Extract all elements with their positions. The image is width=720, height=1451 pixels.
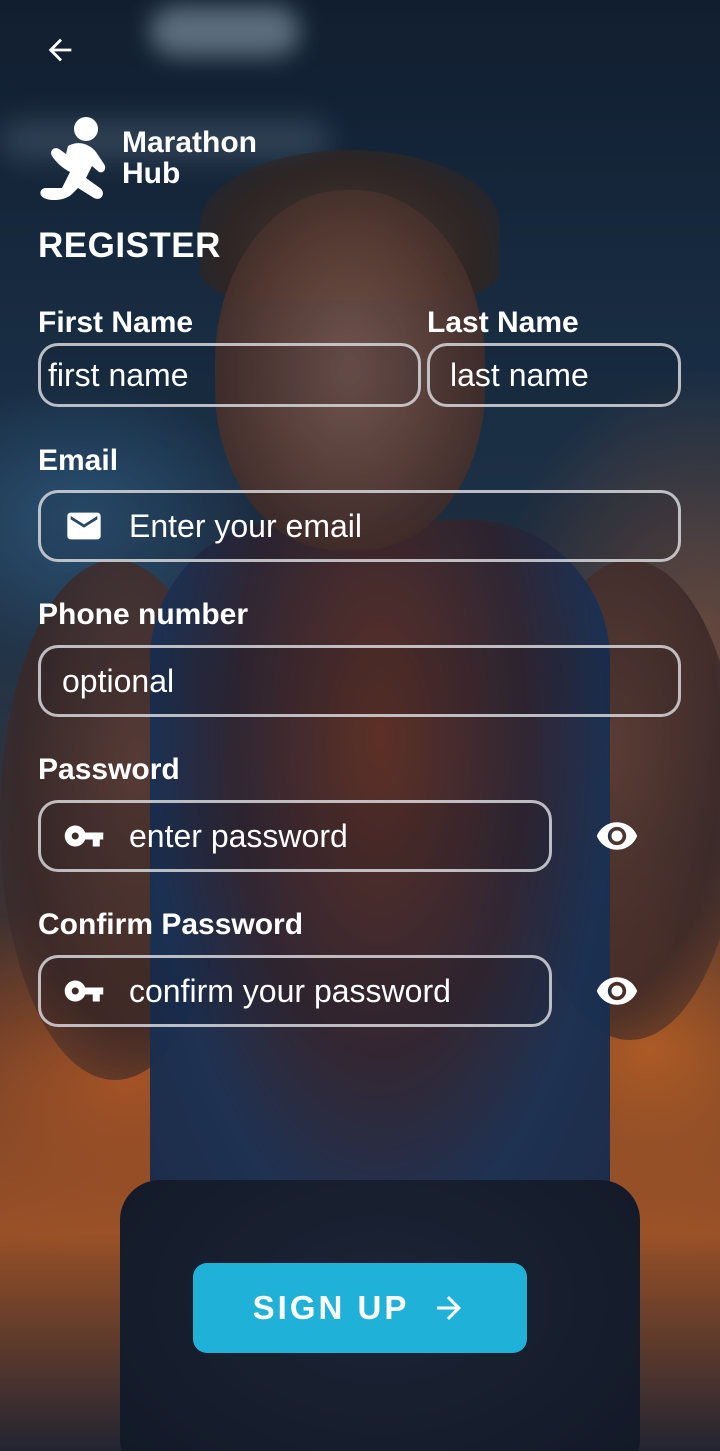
arrow-left-icon [48,38,72,62]
email-placeholder: Enter your email [129,507,362,544]
key-icon [63,970,105,1012]
confirm-password-visibility-toggle[interactable] [595,969,639,1013]
last-name-input[interactable]: last name [427,343,681,407]
eye-icon [596,822,638,850]
confirm-password-input[interactable]: confirm your password [38,955,552,1027]
last-name-placeholder: last name [450,356,589,393]
app-logo: Marathon Hub [38,116,257,200]
background-photo [0,0,720,1451]
phone-placeholder: optional [62,662,175,699]
phone-input[interactable]: optional [38,645,681,717]
runner-icon [40,117,106,200]
mail-icon [63,505,105,547]
eye-icon [596,977,638,1005]
phone-label: Phone number [38,598,249,631]
arrow-right-icon [431,1290,467,1326]
sign-up-button[interactable]: SIGN UP [193,1263,527,1353]
confirm-password-label: Confirm Password [38,908,304,941]
back-button[interactable] [40,30,80,70]
first-name-input[interactable]: first name [38,343,421,407]
password-visibility-toggle[interactable] [595,814,639,858]
last-name-label: Last Name [427,306,579,339]
password-label: Password [38,753,180,786]
key-icon [63,815,105,857]
email-input[interactable]: Enter your email [38,490,681,562]
password-input[interactable]: enter password [38,800,552,872]
email-label: Email [38,444,119,477]
page-title: REGISTER [38,226,221,265]
first-name-placeholder: first name [48,356,189,393]
logo-line1: Marathon [122,126,257,159]
password-placeholder: enter password [129,817,348,854]
first-name-label: First Name [38,306,194,339]
sign-up-label: SIGN UP [252,1289,410,1326]
logo-line2: Hub [122,157,181,190]
confirm-password-placeholder: confirm your password [129,972,451,1009]
